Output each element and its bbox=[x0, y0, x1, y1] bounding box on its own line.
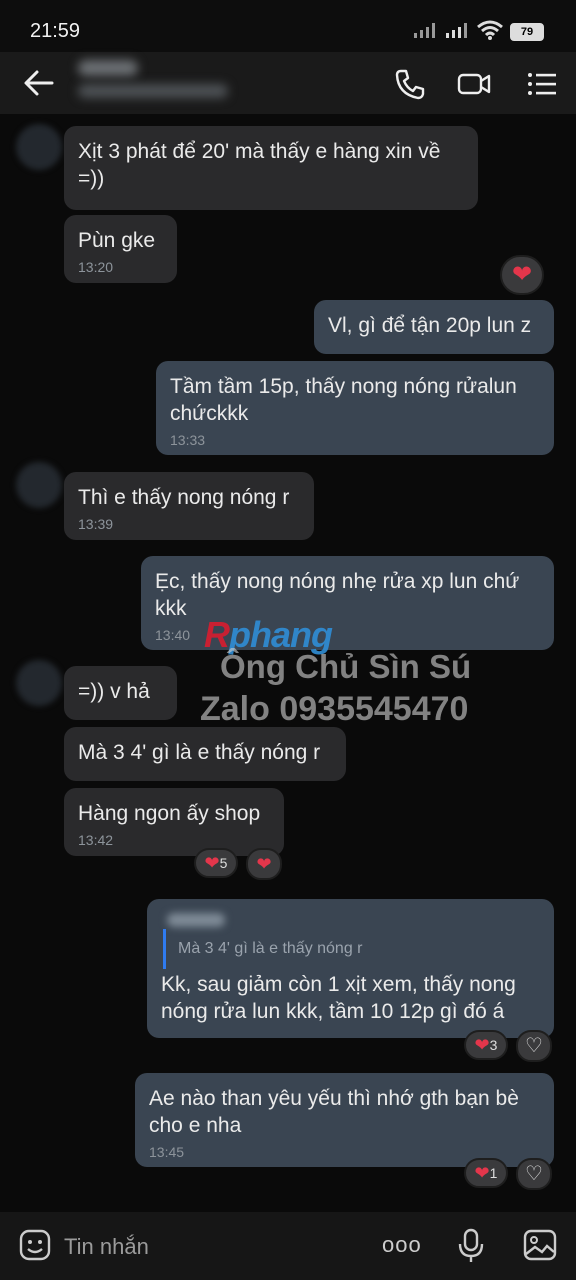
message-input-bar: Tin nhắn ooo bbox=[0, 1212, 576, 1280]
quoted-sender-blurred bbox=[167, 913, 225, 927]
message-bubble-incoming[interactable]: Thì e thấy nong nóng r 13:39 bbox=[64, 472, 314, 540]
heart-icon: ❤ bbox=[256, 854, 272, 874]
heart-icon: ❤ bbox=[474, 1163, 490, 1183]
like-button[interactable]: ♡ bbox=[516, 1030, 552, 1062]
avatar[interactable] bbox=[16, 124, 62, 170]
reaction-count: 1 bbox=[489, 1165, 498, 1181]
watermark-text: Ông Chủ Sìn Sú bbox=[220, 648, 472, 685]
message-text: Ẹc, thấy nong nóng nhẹ rửa xp lun chứ kk… bbox=[155, 570, 520, 620]
list-menu-icon[interactable] bbox=[524, 66, 560, 102]
heart-icon: ❤ bbox=[474, 1035, 490, 1055]
clock: 21:59 bbox=[30, 20, 81, 42]
more-options-icon[interactable]: ooo bbox=[382, 1232, 422, 1258]
reaction-count-badge[interactable]: ❤ 5 bbox=[194, 848, 238, 878]
heart-icon: ❤ bbox=[204, 853, 220, 873]
message-text: Tầm tầm 15p, thấy nong nóng rửalun chứck… bbox=[170, 375, 517, 425]
wifi-icon bbox=[477, 20, 503, 40]
reaction-count: 3 bbox=[489, 1037, 498, 1053]
message-text: Pùn gke bbox=[78, 229, 156, 252]
arrow-left-icon[interactable] bbox=[22, 68, 56, 98]
message-time: 13:20 bbox=[78, 259, 114, 275]
video-camera-icon[interactable] bbox=[456, 66, 492, 102]
phone-icon[interactable] bbox=[392, 66, 428, 102]
contact-status-blurred bbox=[78, 84, 228, 98]
message-text: =)) v hả bbox=[78, 680, 150, 703]
signal-icon-2 bbox=[446, 23, 467, 38]
message-time: 13:39 bbox=[78, 516, 114, 532]
message-text: Hàng ngon ấy shop bbox=[78, 802, 261, 825]
message-text: Xịt 3 phát để 20' mà thấy e hàng xin về … bbox=[78, 140, 441, 190]
message-text: Mà 3 4' gì là e thấy nóng r bbox=[78, 741, 321, 764]
message-input[interactable]: Tin nhắn bbox=[64, 1234, 149, 1260]
heart-outline-icon: ♡ bbox=[525, 1035, 543, 1057]
message-text: Thì e thấy nong nóng r bbox=[78, 486, 290, 509]
message-bubble-outgoing[interactable]: Tầm tầm 15p, thấy nong nóng rửalun chứck… bbox=[156, 361, 554, 455]
message-bubble-outgoing[interactable]: Ẹc, thấy nong nóng nhẹ rửa xp lun chứ kk… bbox=[141, 556, 554, 650]
message-bubble-incoming[interactable]: Hàng ngon ấy shop 13:42 bbox=[64, 788, 284, 856]
reaction-badge[interactable]: ❤ bbox=[500, 255, 544, 295]
avatar[interactable] bbox=[16, 660, 62, 706]
quoted-message[interactable]: Mà 3 4' gì là e thấy nóng r bbox=[163, 929, 363, 969]
message-bubble-outgoing-reply[interactable]: Mà 3 4' gì là e thấy nóng r Kk, sau giảm… bbox=[147, 899, 554, 1038]
message-bubble-outgoing[interactable]: Ae nào than yêu yếu thì nhớ gth bạn bè c… bbox=[135, 1073, 554, 1167]
message-bubble-incoming[interactable]: Pùn gke 13:20 bbox=[64, 215, 177, 283]
heart-icon: ❤ bbox=[511, 261, 533, 288]
avatar[interactable] bbox=[16, 462, 62, 508]
heart-outline-icon: ♡ bbox=[525, 1163, 543, 1185]
chat-header bbox=[0, 52, 576, 114]
watermark-text: Zalo 0935545470 bbox=[200, 690, 469, 728]
message-bubble-incoming[interactable]: =)) v hả bbox=[64, 666, 177, 720]
status-bar: 21:59 79 bbox=[0, 0, 576, 60]
message-text: Ae nào than yêu yếu thì nhớ gth bạn bè c… bbox=[149, 1087, 519, 1137]
battery-icon: 79 bbox=[510, 23, 544, 41]
contact-name-blurred[interactable] bbox=[78, 60, 138, 76]
image-icon[interactable] bbox=[522, 1228, 558, 1262]
reaction-count: 5 bbox=[219, 855, 228, 871]
reaction-count-badge[interactable]: ❤ 1 bbox=[464, 1158, 508, 1188]
react-button[interactable]: ❤ bbox=[246, 848, 282, 880]
message-bubble-incoming[interactable]: Mà 3 4' gì là e thấy nóng r bbox=[64, 727, 346, 781]
message-bubble-outgoing[interactable]: Vl, gì để tận 20p lun z bbox=[314, 300, 554, 354]
like-button[interactable]: ♡ bbox=[516, 1158, 552, 1190]
message-text: Vl, gì để tận 20p lun z bbox=[328, 314, 532, 337]
signal-icon bbox=[414, 23, 435, 38]
message-time: 13:33 bbox=[170, 432, 206, 448]
message-bubble-incoming[interactable]: Xịt 3 phát để 20' mà thấy e hàng xin về … bbox=[64, 126, 478, 210]
message-text: Kk, sau giảm còn 1 xịt xem, thấy nong nó… bbox=[161, 973, 516, 1023]
message-time: 13:42 bbox=[78, 832, 114, 848]
mic-icon[interactable] bbox=[456, 1228, 486, 1264]
emoji-icon[interactable] bbox=[18, 1228, 52, 1262]
reaction-count-badge[interactable]: ❤ 3 bbox=[464, 1030, 508, 1060]
